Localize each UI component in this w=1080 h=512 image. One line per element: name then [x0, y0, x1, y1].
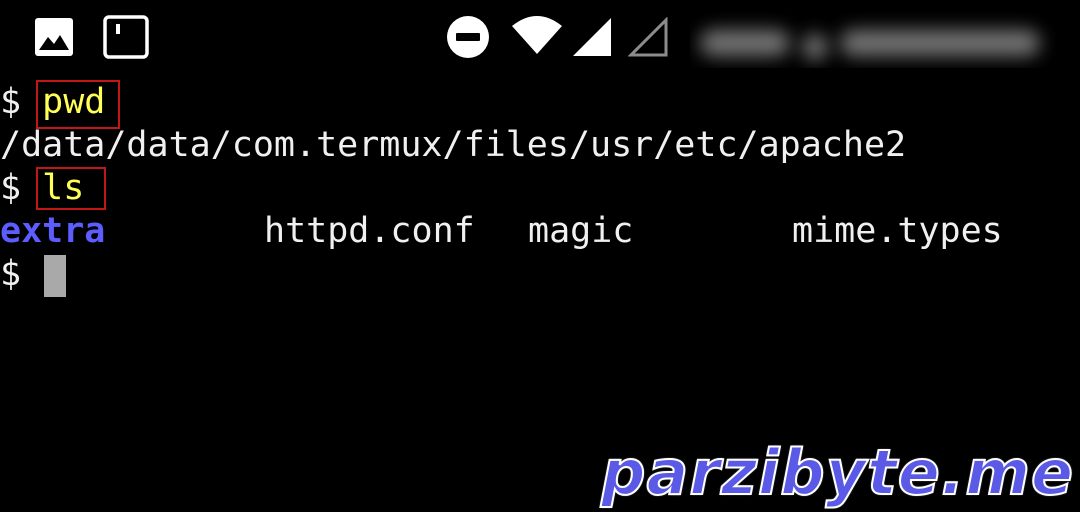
prompt-symbol: $	[0, 168, 22, 208]
file-entry: magic	[528, 211, 634, 251]
command-text: ls	[42, 168, 85, 208]
terminal-line-prompt: $	[0, 253, 21, 296]
terminal-line-command: $ ls	[0, 167, 84, 210]
prompt-symbol: $	[0, 254, 22, 294]
output-text: /data/data/com.termux/files/usr/etc/apac…	[0, 125, 907, 165]
command-text: pwd	[42, 82, 106, 122]
prompt-symbol: $	[0, 82, 22, 122]
terminal-cursor	[44, 255, 66, 297]
terminal-line-output: /data/data/com.termux/files/usr/etc/apac…	[0, 124, 906, 167]
file-entry: httpd.conf	[264, 211, 475, 251]
terminal-line-ls-output: extra httpd.conf magic mime.types	[0, 210, 1080, 253]
watermark-text: parzibyte.me	[600, 436, 1074, 509]
terminal-line-command: $ pwd	[0, 81, 105, 124]
file-entry: mime.types	[792, 211, 1003, 251]
directory-entry: extra	[0, 211, 106, 251]
